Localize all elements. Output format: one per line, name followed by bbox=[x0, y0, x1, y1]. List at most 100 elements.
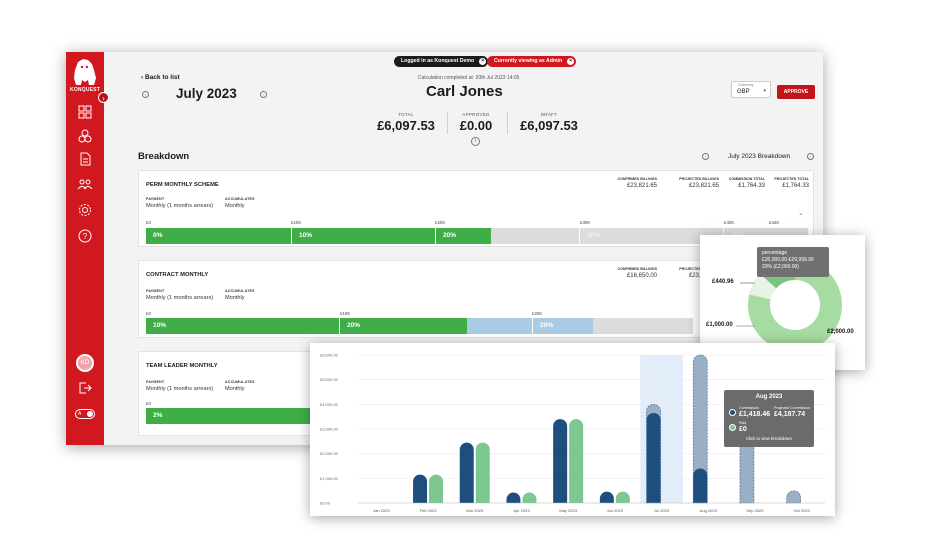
back-label: Back to list bbox=[144, 74, 180, 81]
accumulates-value: Monthly bbox=[225, 203, 245, 209]
prev-period-icon[interactable]: ‹ bbox=[702, 153, 709, 160]
tooltip-value: £4,187.74 bbox=[774, 411, 806, 418]
coins-icon[interactable] bbox=[77, 128, 93, 144]
donut-label: £1,000.00 bbox=[706, 322, 733, 328]
logout-icon[interactable] bbox=[77, 380, 93, 396]
payment-value: Monthly (1 months arrears) bbox=[146, 295, 214, 301]
chart-tooltip[interactable]: Aug 2023 Commission £1,418.46 Projected … bbox=[724, 390, 814, 447]
total-summary: TOTAL £6,097.53 bbox=[371, 112, 441, 133]
scheme-title: CONTRACT MONTHLY bbox=[146, 272, 209, 278]
tier-tick: £20K bbox=[532, 311, 543, 316]
dashboard-grid-icon[interactable] bbox=[77, 104, 93, 120]
y-tick-label: £2,000.00 bbox=[320, 451, 339, 456]
x-tick-label: May 2023 bbox=[559, 508, 577, 513]
draft-summary: DRAFT £6,097.53 bbox=[514, 112, 584, 133]
tooltip-label: Paid bbox=[739, 421, 747, 425]
document-icon[interactable] bbox=[77, 151, 93, 167]
commission-bar-chart-panel: £0.00 £1,000.00 £2,000.00 £3,000.00 £4,000.0… bbox=[310, 343, 835, 516]
approved-value: £0.00 bbox=[459, 118, 493, 133]
bar-paid[interactable] bbox=[429, 474, 444, 503]
bar-commission[interactable] bbox=[413, 474, 428, 503]
back-to-list-link[interactable]: ‹ Back to list bbox=[141, 74, 180, 81]
payment-value: Monthly (1 months arrears) bbox=[146, 386, 214, 392]
next-month-icon[interactable]: › bbox=[260, 91, 267, 98]
bar-commission[interactable] bbox=[646, 412, 661, 503]
close-icon[interactable]: × bbox=[567, 58, 575, 65]
commission-dot-icon bbox=[729, 409, 736, 416]
total-value: £6,097.53 bbox=[377, 118, 435, 133]
tooltip-value: 20% (£2,000.00) bbox=[762, 264, 799, 270]
tier-bar: 0% bbox=[146, 228, 291, 244]
tooltip-title: Aug 2023 bbox=[755, 394, 783, 400]
next-period-icon[interactable]: › bbox=[807, 153, 814, 160]
tier-tick: £0 bbox=[146, 220, 151, 225]
gorilla-logo-icon bbox=[74, 59, 96, 85]
chevron-down-icon: ▾ bbox=[763, 88, 766, 94]
approved-label: APPROVED bbox=[462, 112, 490, 117]
y-tick-label: £1,000.00 bbox=[320, 476, 339, 481]
tier-bar: 2% bbox=[146, 408, 316, 424]
y-tick-label: £3,000.00 bbox=[320, 427, 339, 432]
tooltip-range: £20,000.00-£29,999.99 bbox=[762, 257, 814, 263]
bar-commission[interactable] bbox=[599, 491, 614, 503]
team-icon[interactable] bbox=[77, 176, 93, 192]
stat-label: CONFIRMED BILLINGS bbox=[617, 177, 657, 181]
tier-tick: £44K bbox=[769, 220, 780, 225]
tier-tick: £10K bbox=[340, 311, 351, 316]
bar-commission[interactable] bbox=[693, 468, 708, 503]
y-tick-label: £4,000.00 bbox=[320, 402, 339, 407]
theme-toggle[interactable]: A bbox=[75, 409, 95, 419]
user-avatar[interactable]: KD bbox=[76, 354, 94, 372]
info-icon[interactable]: i bbox=[471, 137, 480, 146]
settings-gear-icon[interactable] bbox=[77, 202, 93, 218]
x-tick-label: Aug 2023 bbox=[700, 508, 718, 513]
viewing-as-text: Currently viewing as Admin bbox=[494, 58, 563, 64]
x-tick-label: Jun 2023 bbox=[607, 508, 624, 513]
viewing-as-pill: Currently viewing as Admin × bbox=[487, 56, 577, 67]
toggle-label: A bbox=[78, 411, 82, 417]
payment-label: PAYMENT bbox=[146, 289, 165, 293]
prev-month-icon[interactable]: ‹ bbox=[142, 91, 149, 98]
tier-bar: 20% bbox=[533, 318, 593, 334]
bar-paid[interactable] bbox=[615, 491, 630, 503]
x-tick-label: Jan 2023 bbox=[373, 508, 390, 513]
accumulates-label: ACCUMULATES bbox=[225, 197, 255, 201]
bar-commission[interactable] bbox=[506, 492, 521, 503]
divider bbox=[447, 112, 448, 134]
period-month: July 2023 bbox=[176, 86, 237, 101]
accumulates-value: Monthly bbox=[225, 386, 245, 392]
bar-commission[interactable] bbox=[459, 442, 474, 503]
sidebar: KONQUEST › ? KD A bbox=[66, 52, 109, 445]
close-icon[interactable]: × bbox=[479, 58, 487, 65]
accumulates-value: Monthly bbox=[225, 295, 245, 301]
payment-label: PAYMENT bbox=[146, 197, 165, 201]
donut-label: £2,000.00 bbox=[827, 329, 854, 335]
accumulates-label: ACCUMULATES bbox=[225, 289, 255, 293]
x-tick-label: Oct 2023 bbox=[794, 508, 811, 513]
sidebar-collapse-chevron-icon[interactable]: › bbox=[98, 92, 109, 103]
scheme-title: PERM MONTHLY SCHEME bbox=[146, 182, 219, 188]
bar-commission[interactable] bbox=[553, 419, 568, 503]
y-tick-label: £5,000.00 bbox=[320, 377, 339, 382]
stat-label: CONFIRMED BILLINGS bbox=[617, 267, 657, 271]
accumulates-label: ACCUMULATES bbox=[225, 380, 255, 384]
tier-bar-remaining bbox=[491, 228, 579, 244]
donut-tooltip: percentage £20,000.00-£29,999.99 20% (£2… bbox=[757, 247, 829, 277]
tier-bar-projected bbox=[467, 318, 532, 334]
approved-summary: APPROVED £0.00 bbox=[452, 112, 500, 133]
bar-projected[interactable] bbox=[786, 490, 801, 504]
help-icon[interactable]: ? bbox=[77, 228, 93, 244]
employee-name: Carl Jones bbox=[426, 83, 503, 100]
tooltip-value: £1,418.46 bbox=[739, 411, 771, 418]
bar-paid[interactable] bbox=[569, 419, 584, 503]
bar-paid[interactable] bbox=[522, 492, 537, 503]
x-tick-label: Apr 2023 bbox=[513, 508, 530, 513]
currency-select[interactable]: Currency GBP ▾ bbox=[731, 81, 771, 98]
x-tick-label: Jul 2023 bbox=[654, 508, 670, 513]
tier-bar: 20% bbox=[436, 228, 491, 244]
expand-chevron-icon[interactable]: ⌄ bbox=[798, 209, 804, 217]
bar-paid[interactable] bbox=[475, 442, 490, 503]
y-tick-label: £0.00 bbox=[320, 501, 331, 506]
approve-button[interactable]: APPROVE bbox=[777, 85, 815, 99]
tier-tick: £0 bbox=[146, 401, 151, 406]
